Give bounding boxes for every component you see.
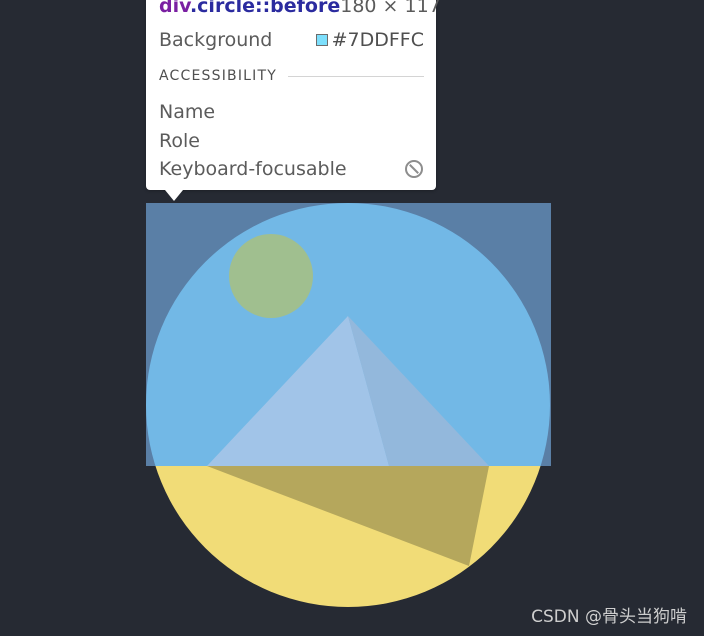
background-label: Background bbox=[159, 29, 273, 51]
name-label: Name bbox=[159, 101, 216, 123]
accessibility-heading: ACCESSIBILITY bbox=[159, 68, 277, 84]
sun-shape bbox=[229, 234, 313, 318]
accessibility-role-row: Role bbox=[159, 127, 424, 155]
color-swatch bbox=[315, 34, 328, 46]
selector-tag: div bbox=[159, 0, 190, 17]
section-divider bbox=[288, 75, 424, 77]
role-label: Role bbox=[159, 130, 200, 152]
devtools-inspector-tooltip: div.circle::before 180 × 117 Background … bbox=[146, 0, 441, 201]
keyboard-focusable-label: Keyboard-focusable bbox=[159, 158, 347, 180]
background-value: #7DDFFC bbox=[315, 29, 424, 51]
background-row: Background #7DDFFC bbox=[159, 26, 424, 54]
accessibility-name-row: Name bbox=[159, 98, 424, 126]
element-dimensions: 180 × 117 bbox=[340, 0, 441, 17]
tooltip-header: div.circle::before 180 × 117 bbox=[159, 0, 441, 18]
screenshot-canvas: div.circle::before 180 × 117 Background … bbox=[0, 0, 704, 636]
element-selector: div.circle::before bbox=[159, 0, 340, 18]
watermark: CSDN @骨头当狗啃 bbox=[531, 607, 687, 627]
keyboard-focusable-row: Keyboard-focusable bbox=[159, 155, 424, 183]
accessibility-section-header: ACCESSIBILITY bbox=[159, 65, 424, 87]
tooltip-arrow bbox=[165, 190, 183, 201]
not-allowed-icon bbox=[405, 160, 423, 178]
selector-class: .circle::before bbox=[189, 0, 341, 17]
background-hex: #7DDFFC bbox=[331, 29, 424, 51]
landscape-circle bbox=[146, 203, 550, 607]
